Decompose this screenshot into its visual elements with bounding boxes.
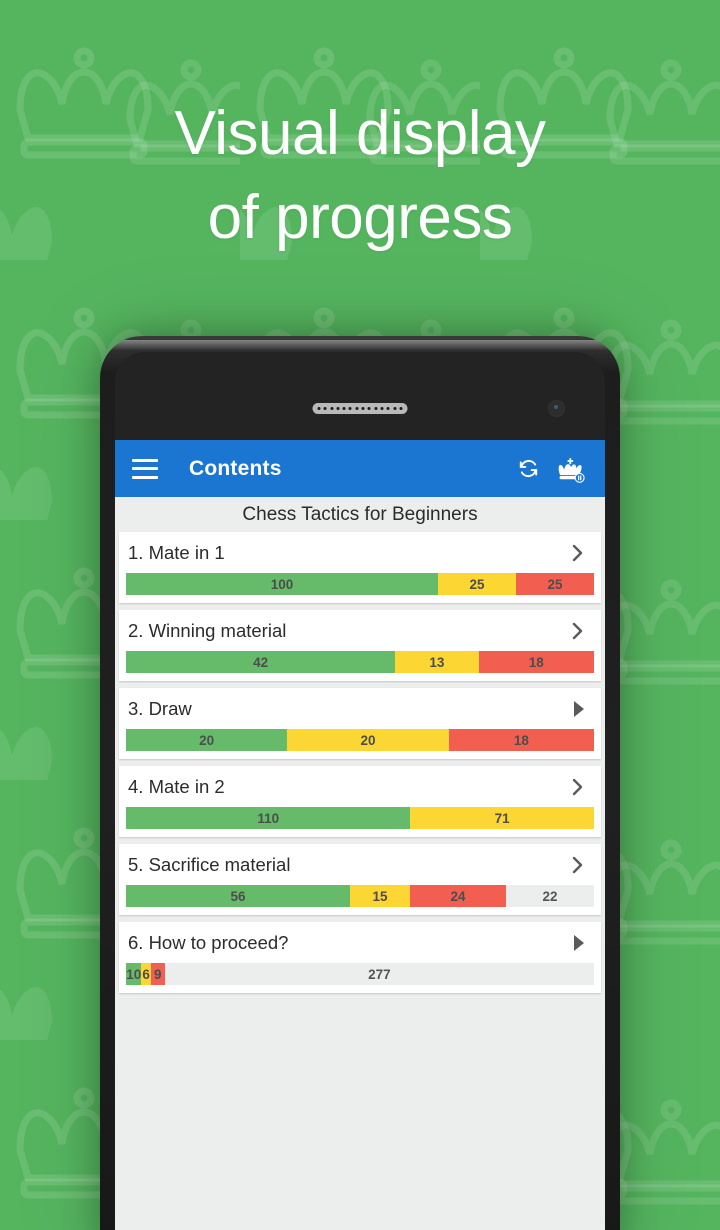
book-title: Chess Tactics for Beginners	[115, 497, 605, 532]
progress-segment-partial: 6	[141, 963, 151, 985]
chapter-title: 3. Draw	[128, 697, 192, 719]
promo-screenshot: Visual display of progress Contents Ches…	[0, 0, 720, 1230]
app-screen: Contents Chess Tactics for Beginners 1. …	[115, 440, 605, 1230]
phone-top-bezel	[115, 352, 605, 440]
chapter-progress-bar: 42 13 18	[126, 651, 594, 673]
progress-segment-solved: 110	[126, 807, 411, 829]
progress-segment-partial: 20	[287, 729, 449, 751]
chapter-list[interactable]: 1. Mate in 1 100 25 25 2. Winning material 42…	[115, 532, 605, 993]
earpiece-speaker-icon	[312, 403, 408, 414]
chapter-card[interactable]: 4. Mate in 2 110 71	[119, 766, 601, 837]
play-triangle-icon[interactable]	[567, 930, 589, 956]
chapter-header[interactable]: 5. Sacrifice material	[119, 850, 601, 879]
progress-segment-failed: 18	[478, 651, 594, 673]
progress-segment-remain: 22	[506, 885, 594, 907]
headline-line-2: of progress	[207, 183, 513, 252]
app-bar: Contents	[115, 440, 605, 497]
chevron-right-icon[interactable]	[567, 852, 589, 878]
chapter-header[interactable]: 6. How to proceed?	[119, 928, 601, 957]
chapter-title: 4. Mate in 2	[128, 775, 225, 797]
progress-segment-partial: 13	[395, 651, 479, 673]
chapter-card[interactable]: 5. Sacrifice material 56 15 24 22	[119, 844, 601, 915]
chess-crown-icon[interactable]	[549, 448, 591, 490]
chapter-title: 5. Sacrifice material	[128, 853, 291, 875]
progress-segment-failed: 25	[515, 573, 594, 595]
chapter-title: 2. Winning material	[128, 619, 287, 641]
chevron-right-icon[interactable]	[567, 774, 589, 800]
progress-segment-solved: 42	[126, 651, 396, 673]
hamburger-menu-icon[interactable]	[132, 458, 158, 479]
progress-segment-failed: 24	[410, 885, 506, 907]
chapter-progress-bar: 20 20 18	[126, 729, 594, 751]
sync-refresh-icon[interactable]	[507, 448, 549, 490]
chevron-right-icon[interactable]	[567, 618, 589, 644]
app-bar-title: Contents	[189, 456, 282, 480]
chapter-progress-bar: 110 71	[126, 807, 594, 829]
chapter-header[interactable]: 2. Winning material	[119, 616, 601, 645]
chapter-progress-bar: 56 15 24 22	[126, 885, 594, 907]
progress-segment-solved: 100	[126, 573, 438, 595]
progress-segment-failed: 18	[448, 729, 594, 751]
chapter-progress-bar: 10 6 9 277	[126, 963, 594, 985]
chapter-header[interactable]: 4. Mate in 2	[119, 772, 601, 801]
progress-segment-partial: 15	[350, 885, 410, 907]
phone-screen-frame: Contents Chess Tactics for Beginners 1. …	[115, 352, 605, 1230]
play-triangle-icon[interactable]	[567, 696, 589, 722]
chapter-card[interactable]: 1. Mate in 1 100 25 25	[119, 532, 601, 603]
chapter-title: 1. Mate in 1	[128, 541, 225, 563]
chapter-title: 6. How to proceed?	[128, 931, 289, 953]
promo-headline: Visual display of progress	[0, 92, 720, 260]
chapter-card[interactable]: 3. Draw 20 20 18	[119, 688, 601, 759]
progress-segment-solved: 10	[126, 963, 142, 985]
progress-segment-failed: 9	[150, 963, 165, 985]
chapter-progress-bar: 100 25 25	[126, 573, 594, 595]
progress-segment-partial: 25	[437, 573, 516, 595]
progress-segment-remain: 277	[164, 963, 594, 985]
chapter-card[interactable]: 2. Winning material 42 13 18	[119, 610, 601, 681]
chapter-header[interactable]: 3. Draw	[119, 694, 601, 723]
front-camera-icon	[548, 400, 565, 417]
progress-segment-solved: 56	[126, 885, 350, 907]
headline-line-1: Visual display	[174, 99, 546, 168]
chapter-header[interactable]: 1. Mate in 1	[119, 538, 601, 567]
progress-segment-solved: 20	[126, 729, 288, 751]
chevron-right-icon[interactable]	[567, 540, 589, 566]
chapter-card[interactable]: 6. How to proceed? 10 6 9 277	[119, 922, 601, 993]
phone-mockup: Contents Chess Tactics for Beginners 1. …	[100, 336, 620, 1230]
progress-segment-partial: 71	[410, 807, 594, 829]
